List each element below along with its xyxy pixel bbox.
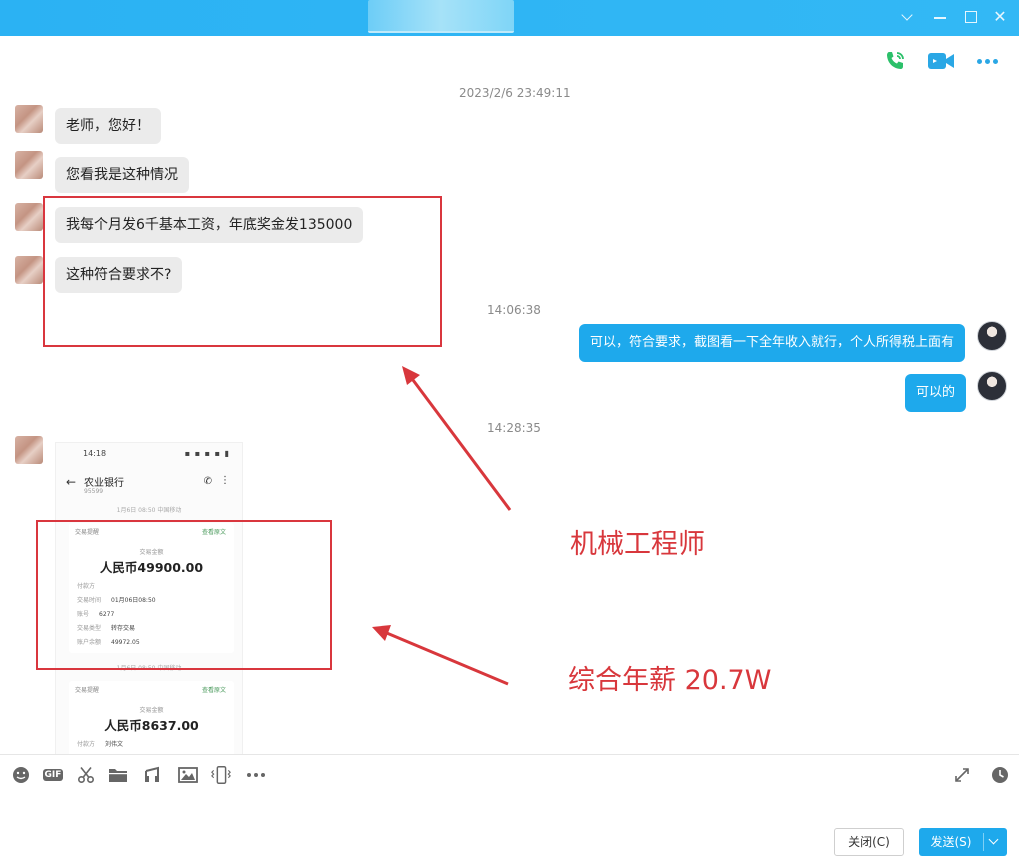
file-button[interactable]: [107, 765, 129, 785]
annotation-label: 综合年薪 20.7W: [568, 665, 772, 696]
history-clock-icon: [992, 767, 1008, 783]
emoji-button[interactable]: [10, 765, 32, 785]
send-button-label: 发送(S): [930, 835, 972, 849]
screenshot-button[interactable]: [75, 765, 97, 785]
chat-header-actions: [881, 48, 1001, 74]
send-divider: [983, 833, 984, 851]
voice-call-button[interactable]: [881, 48, 909, 74]
gif-icon: GIF: [42, 769, 64, 781]
chat-history[interactable]: 2023/2/6 23:49:11 老师，您好！ 您看我是这种情况 我每个月发6…: [0, 78, 1019, 754]
close-icon[interactable]: ✕: [990, 7, 1010, 27]
scissors-icon: [77, 767, 95, 784]
window-title-blurred: [368, 0, 514, 33]
image-icon: [178, 767, 198, 783]
phone-icon: [887, 52, 904, 69]
minimize-icon[interactable]: [930, 7, 950, 27]
message-input[interactable]: [0, 794, 1019, 824]
video-call-button[interactable]: [927, 48, 955, 74]
music-icon: [145, 766, 159, 782]
gif-button[interactable]: GIF: [42, 765, 64, 785]
more-tools-button[interactable]: [243, 765, 269, 785]
more-dots-icon: [976, 58, 998, 64]
annotation-arrows: [372, 366, 512, 686]
shake-button[interactable]: [210, 765, 232, 785]
expand-button[interactable]: [951, 765, 973, 785]
title-bar: ✕: [0, 0, 1019, 36]
send-button[interactable]: 发送(S): [919, 828, 1007, 856]
emoji-icon: [13, 767, 29, 783]
music-button[interactable]: [141, 765, 163, 785]
shake-icon: [211, 766, 231, 784]
more-icon: [247, 773, 265, 777]
annotation-label: 机械工程师: [570, 529, 705, 560]
close-button[interactable]: 关闭(C): [834, 828, 904, 856]
chevron-down-icon[interactable]: [898, 7, 918, 27]
video-camera-icon: [928, 53, 954, 69]
image-button[interactable]: [177, 765, 199, 785]
more-button[interactable]: [973, 48, 1001, 74]
expand-icon: [955, 768, 969, 782]
history-button[interactable]: [989, 765, 1011, 785]
chevron-down-icon[interactable]: [988, 834, 999, 845]
folder-icon: [109, 769, 127, 782]
input-toolbar: GIF: [0, 754, 1019, 794]
maximize-icon[interactable]: [960, 7, 980, 27]
